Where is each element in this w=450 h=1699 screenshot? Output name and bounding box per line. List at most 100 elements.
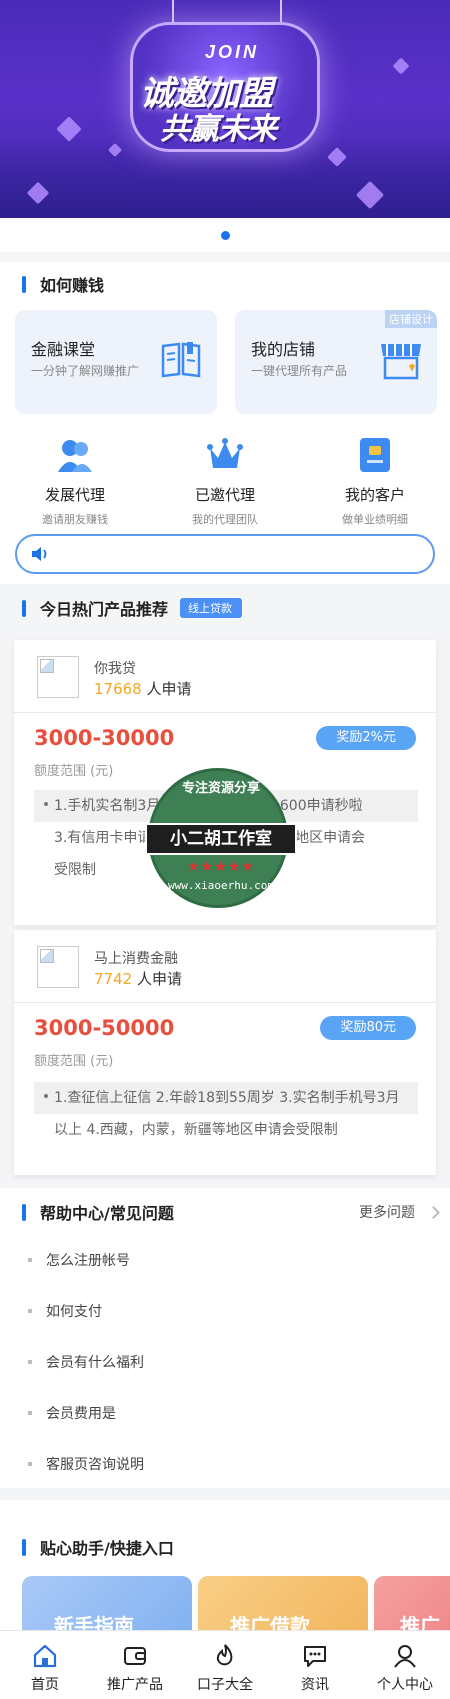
fire-icon xyxy=(216,1644,233,1666)
faq-item-label: 如何支付 xyxy=(46,1304,102,1320)
product-name: 你我贷 xyxy=(94,661,136,677)
tab-label: 推广产品 xyxy=(107,1677,163,1693)
hot-products-title: 今日热门产品推荐 xyxy=(40,600,169,619)
watermark-url: www.xiaoerhu.com xyxy=(168,879,274,892)
apply-count: 7742 人申请 xyxy=(94,968,182,989)
tab-promote-products[interactable]: 推广产品 xyxy=(90,1631,180,1699)
title-accent-bar xyxy=(22,275,26,293)
promo-banner[interactable]: JOIN 诚邀加盟 共赢未来 xyxy=(0,0,450,218)
apply-count-number: 17668 xyxy=(94,680,142,698)
faq-title: 帮助中心/常见问题 xyxy=(40,1204,174,1223)
card-title: 我的店铺 xyxy=(251,340,316,359)
tab-label: 首页 xyxy=(31,1677,59,1693)
requirements: 1.查征信上征信 2.年龄18到55周岁 3.实名制手机号3月 以上 4.西藏，… xyxy=(34,1082,418,1146)
faq-item-label: 会员有什么福利 xyxy=(46,1355,144,1371)
faq-item[interactable]: 如何支付 xyxy=(28,1301,102,1321)
entry-title: 已邀代理 xyxy=(194,486,255,504)
apply-count: 17668 人申请 xyxy=(94,678,192,699)
more-label: 更多问题 xyxy=(359,1205,415,1221)
finance-class-card[interactable]: 金融课堂 一分钟了解网赚推广 xyxy=(15,310,217,414)
amount-range-label: 额度范围 (元) xyxy=(34,764,114,779)
banner-cube xyxy=(392,57,410,75)
my-store-card[interactable]: 店铺设计 我的店铺 一键代理所有产品 xyxy=(235,310,437,414)
faq-section: 帮助中心/常见问题 更多问题 怎么注册帐号 如何支付 会员有什么福利 会员费用是… xyxy=(0,1188,450,1488)
faq-item[interactable]: 会员有什么福利 xyxy=(28,1352,144,1372)
product-card[interactable]: 马上消费金融 7742 人申请 3000-50000 额度范围 (元) 奖励80… xyxy=(14,930,436,1175)
requirement-line: 1.查征信上征信 2.年龄18到55周岁 3.实名制手机号3月 xyxy=(34,1082,418,1114)
watermark-top-text: 专注资源分享 xyxy=(181,781,260,796)
my-clients-entry[interactable]: 我的客户 做单业绩明细 xyxy=(300,430,450,526)
wallet-icon xyxy=(124,1647,146,1665)
carousel-dot-active[interactable] xyxy=(220,230,230,240)
assistant-title: 贴心助手/快捷入口 xyxy=(40,1539,174,1558)
reward-badge[interactable]: 奖励80元 xyxy=(320,1016,416,1040)
card-subtitle: 一键代理所有产品 xyxy=(251,364,348,378)
tab-label: 口子大全 xyxy=(197,1677,253,1693)
requirement-line: 以上 4.西藏，内蒙，新疆等地区申请会受限制 xyxy=(54,1122,338,1138)
bullet-icon xyxy=(28,1309,32,1313)
watermark-stamp: 专注资源分享 小二胡工作室 ★★★★★ www.xiaoerhu.com xyxy=(145,768,297,908)
product-logo xyxy=(37,946,79,988)
users-icon xyxy=(58,440,92,472)
develop-agent-entry[interactable]: 发展代理 邀请朋友赚钱 xyxy=(0,430,150,526)
id-card-icon xyxy=(360,438,390,472)
tab-home[interactable]: 首页 xyxy=(0,1631,90,1699)
tab-label: 资讯 xyxy=(301,1677,329,1693)
section-title: 如何赚钱 xyxy=(22,272,104,296)
user-icon xyxy=(394,1645,416,1668)
entry-subtitle: 邀请朋友赚钱 xyxy=(42,513,108,526)
divider xyxy=(14,712,436,713)
invited-agents-entry[interactable]: 已邀代理 我的代理团队 xyxy=(150,430,300,526)
card-subtitle: 一分钟了解网赚推广 xyxy=(31,364,140,378)
section-title: 今日热门产品推荐 线上贷款 xyxy=(22,596,243,620)
amount-range: 3000-50000 xyxy=(34,1016,175,1040)
title-accent-bar xyxy=(22,599,26,617)
watermark-band: 小二胡工作室 xyxy=(145,823,297,855)
carousel-indicator xyxy=(0,218,450,252)
bullet-icon xyxy=(28,1360,32,1364)
reward-badge[interactable]: 奖励2%元 xyxy=(316,726,416,750)
title-accent-bar xyxy=(22,1538,26,1556)
amount-range-label: 额度范围 (元) xyxy=(34,1054,114,1069)
faq-item-label: 会员费用是 xyxy=(46,1406,116,1422)
faq-item[interactable]: 怎么注册帐号 xyxy=(28,1250,130,1270)
tab-profile[interactable]: 个人中心 xyxy=(360,1631,450,1699)
title-accent-bar xyxy=(22,1203,26,1221)
apply-count-suffix: 人申请 xyxy=(146,680,192,698)
tab-news[interactable]: 资讯 xyxy=(270,1631,360,1699)
faq-item[interactable]: 客服页咨询说明 xyxy=(28,1454,144,1474)
faq-item-label: 客服页咨询说明 xyxy=(46,1457,144,1473)
entry-title: 发展代理 xyxy=(44,486,105,504)
section-title: 帮助中心/常见问题 xyxy=(22,1200,174,1224)
chevron-right-icon xyxy=(427,1205,440,1219)
tag-label: 线上贷款 xyxy=(188,602,233,615)
tab-loan-list[interactable]: 口子大全 xyxy=(180,1631,270,1699)
bullet-icon xyxy=(28,1411,32,1415)
more-questions-link[interactable]: 更多问题 xyxy=(359,1202,440,1222)
bullet-icon xyxy=(28,1258,32,1262)
online-loan-tag[interactable]: 线上贷款 xyxy=(180,598,243,618)
apply-count-number: 7742 xyxy=(94,970,133,988)
apply-count-suffix: 人申请 xyxy=(136,970,182,988)
entry-subtitle: 我的代理团队 xyxy=(192,513,258,526)
store-icon xyxy=(381,344,421,380)
faq-item[interactable]: 会员费用是 xyxy=(28,1403,116,1423)
product-name: 马上消费金融 xyxy=(94,951,178,967)
section-title: 贴心助手/快捷入口 xyxy=(22,1535,174,1559)
card-tag: 店铺设计 xyxy=(385,310,437,328)
book-icon xyxy=(161,342,201,378)
page: JOIN 诚邀加盟 共赢未来 如何赚钱 金融课堂 一分钟了解网赚推广 店铺设计 … xyxy=(0,0,450,1699)
watermark-stars: ★★★★★ xyxy=(187,859,255,875)
announcement-bar[interactable] xyxy=(15,534,435,574)
banner-join-text: JOIN xyxy=(205,42,260,62)
home-icon xyxy=(33,1644,57,1668)
entry-subtitle: 做单业绩明细 xyxy=(342,513,408,526)
divider xyxy=(14,1002,436,1003)
speaker-icon xyxy=(32,547,47,561)
chat-icon xyxy=(304,1646,326,1667)
bullet-icon xyxy=(28,1462,32,1466)
bottom-tab-bar: 首页 推广产品 口子大全 资讯 个人中心 xyxy=(0,1630,450,1699)
entry-title: 我的客户 xyxy=(344,486,405,504)
tab-label: 个人中心 xyxy=(377,1677,433,1693)
product-logo xyxy=(37,656,79,698)
